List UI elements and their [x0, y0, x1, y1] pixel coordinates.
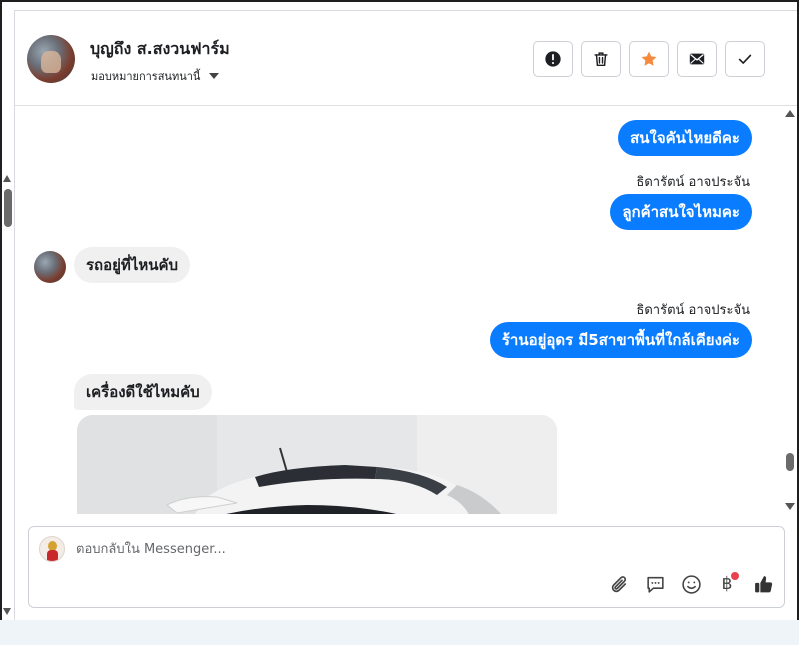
- mark-unread-button[interactable]: [677, 41, 717, 77]
- saved-reply-icon: [646, 576, 664, 593]
- star-icon: [641, 51, 657, 66]
- car-photo-attachment[interactable]: [77, 415, 557, 514]
- contact-avatar[interactable]: [27, 35, 75, 83]
- reply-input[interactable]: [76, 538, 676, 560]
- trash-icon: [594, 52, 608, 67]
- bottom-background-strip: [0, 620, 799, 645]
- sender-name: ธิดารัตน์ อาจประจัน: [636, 175, 750, 190]
- star-button[interactable]: [629, 41, 669, 77]
- conversation-header: บุญถึง ส.สงวนฟาร์ม มอบหมายการสนทนานี้: [15, 11, 797, 106]
- envelope-icon: [689, 53, 705, 65]
- page-scroll-up-arrow[interactable]: [3, 175, 11, 182]
- mark-spam-button[interactable]: [533, 41, 573, 77]
- page-scroll-down-arrow[interactable]: [3, 608, 11, 615]
- caret-down-icon: [209, 73, 220, 79]
- notification-dot: [731, 572, 739, 580]
- thread-scrollbar-thumb[interactable]: [786, 453, 794, 471]
- header-actions: [533, 41, 765, 77]
- emoji-button[interactable]: [679, 572, 703, 596]
- delete-button[interactable]: [581, 41, 621, 77]
- message-outgoing: ร้านอยู่อุดร มี5สาขาพื้นที่ใกล้เคียงค่ะ: [489, 322, 752, 358]
- contact-name[interactable]: บุญถึง ส.สงวนฟาร์ม: [90, 37, 230, 62]
- reply-composer: ฿: [28, 526, 785, 608]
- sender-name: ธิดารัตน์ อาจประจัน: [636, 303, 750, 318]
- like-icon: [754, 575, 772, 592]
- message-outgoing: ลูกค้าสนใจไหมคะ: [610, 194, 752, 230]
- paperclip-icon: [611, 575, 626, 592]
- assign-conversation-dropdown[interactable]: มอบหมายการสนทนานี้: [91, 67, 220, 85]
- message-bubble-incoming[interactable]: รถอยู่ที่ไหนคับ: [74, 247, 191, 283]
- assign-label: มอบหมายการสนทนานี้: [91, 70, 201, 83]
- emoji-icon: [681, 574, 701, 594]
- message-bubble-incoming[interactable]: เครื่องดีใช้ไหมคับ: [74, 374, 212, 410]
- page-avatar: [39, 536, 65, 562]
- payment-button[interactable]: ฿: [715, 572, 739, 596]
- message-bubble[interactable]: ร้านอยู่อุดร มี5สาขาพื้นที่ใกล้เคียงค่ะ: [489, 322, 752, 358]
- exclamation-icon: [545, 51, 561, 67]
- saved-replies-button[interactable]: [643, 572, 667, 596]
- message-bubble[interactable]: สนใจคันไหยดีคะ: [618, 120, 752, 156]
- message-thread[interactable]: สนใจคันไหยดีคะ ธิดารัตน์ อาจประจัน ลูกค้…: [15, 107, 783, 514]
- check-icon: [738, 54, 752, 64]
- mark-done-button[interactable]: [725, 41, 765, 77]
- message-bubble[interactable]: ลูกค้าสนใจไหมคะ: [610, 194, 752, 230]
- car-photo: [77, 415, 557, 514]
- page-scrollbar-thumb[interactable]: [4, 189, 12, 227]
- message-outgoing: สนใจคันไหยดีคะ: [618, 120, 752, 156]
- attach-file-button[interactable]: [607, 572, 631, 596]
- scroll-up-arrow[interactable]: [785, 110, 795, 117]
- scroll-down-arrow[interactable]: [785, 503, 795, 510]
- contact-avatar-small: [34, 251, 66, 283]
- composer-tools: ฿: [607, 572, 775, 596]
- like-button[interactable]: [751, 572, 775, 596]
